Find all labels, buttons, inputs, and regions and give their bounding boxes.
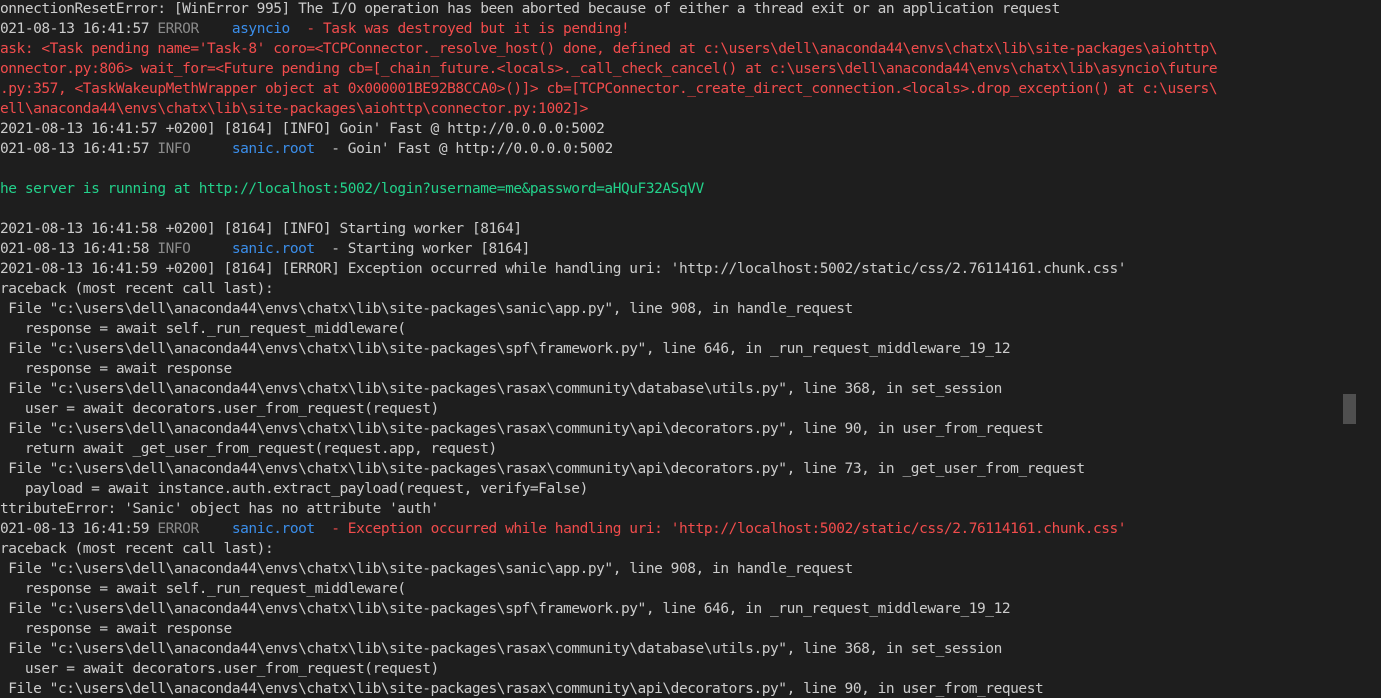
terminal-text-segment: raceback (most recent call last): [0,541,274,557]
terminal-text-segment: ERROR [157,21,199,37]
terminal-line: 021-08-13 16:41:57 ERROR asyncio - Task … [0,19,630,39]
terminal-line: onnector.py:806> wait_for=<Future pendin… [0,59,1218,79]
terminal-line: File "c:\users\dell\anaconda44\envs\chat… [0,339,1010,359]
terminal-line: response = await response [0,359,232,379]
terminal-text-segment: 2021-08-13 16:41:59 +0200] [8164] [ERROR… [0,261,1127,277]
terminal-text-segment: INFO [157,141,191,157]
terminal-text-segment: File "c:\users\dell\anaconda44\envs\chat… [0,641,1002,657]
terminal-text-segment: 021-08-13 16:41:57 [0,141,158,157]
terminal-line: .py:357, <TaskWakeupMethWrapper object a… [0,79,1218,99]
terminal-line: user = await decorators.user_from_reques… [0,659,439,679]
terminal-text-segment: raceback (most recent call last): [0,281,274,297]
terminal-text-segment: File "c:\users\dell\anaconda44\envs\chat… [0,561,853,577]
terminal-text-segment: return await _get_user_from_request(requ… [0,441,497,457]
terminal-text-segment: response = await self._run_request_middl… [0,581,406,597]
terminal-text-segment: .py:357, <TaskWakeupMethWrapper object a… [0,81,1218,97]
terminal-line: 021-08-13 16:41:58 INFO sanic.root - Sta… [0,239,530,259]
terminal-line: response = await response [0,619,232,639]
terminal-text-segment: ell\anaconda44\envs\chatx\lib\site-packa… [0,101,588,117]
terminal-line: File "c:\users\dell\anaconda44\envs\chat… [0,559,853,579]
terminal-line: he server is running at http://localhost… [0,179,704,199]
terminal-text-segment: sanic.root [231,141,315,157]
terminal-output[interactable]: onnectionResetError: [WinError 995] The … [0,0,1345,698]
terminal-line: payload = await instance.auth.extract_pa… [0,479,588,499]
terminal-text-segment: 021-08-13 16:41:59 [0,521,158,537]
terminal-text-segment: File "c:\users\dell\anaconda44\envs\chat… [0,421,1044,437]
terminal-line: onnectionResetError: [WinError 995] The … [0,0,1060,19]
terminal-text-segment: 2021-08-13 16:41:57 +0200] [8164] [INFO]… [0,121,605,137]
terminal-line: File "c:\users\dell\anaconda44\envs\chat… [0,379,1002,399]
terminal-text-segment: File "c:\users\dell\anaconda44\envs\chat… [0,301,853,317]
terminal-line: return await _get_user_from_request(requ… [0,439,497,459]
terminal-line: File "c:\users\dell\anaconda44\envs\chat… [0,419,1043,439]
terminal-text-segment: asyncio [231,21,290,37]
terminal-text-segment: ask: <Task pending name='Task-8' coro=<T… [0,41,1218,57]
terminal-text-segment: sanic.root [231,241,315,257]
terminal-text-segment: - Task was destroyed but it is pending! [289,21,630,37]
terminal-text-segment: File "c:\users\dell\anaconda44\envs\chat… [0,341,1011,357]
terminal-text-segment: - Goin' Fast @ http://0.0.0.0:5002 [314,141,613,157]
terminal-line: File "c:\users\dell\anaconda44\envs\chat… [0,599,1010,619]
terminal-text-segment: 021-08-13 16:41:58 [0,241,158,257]
vertical-scrollbar-track[interactable] [1345,0,1381,698]
terminal-text-segment: sanic.root [231,521,315,537]
terminal-text-segment: response = await response [0,361,232,377]
terminal-text-segment: File "c:\users\dell\anaconda44\envs\chat… [0,381,1002,397]
terminal-text-segment: - Exception occurred while handling uri:… [314,521,1127,537]
terminal-line: ttributeError: 'Sanic' object has no att… [0,499,439,519]
terminal-line: File "c:\users\dell\anaconda44\envs\chat… [0,679,1043,698]
terminal-line: File "c:\users\dell\anaconda44\envs\chat… [0,299,853,319]
terminal-line: 2021-08-13 16:41:59 +0200] [8164] [ERROR… [0,259,1126,279]
terminal-line: 2021-08-13 16:41:57 +0200] [8164] [INFO]… [0,119,605,139]
terminal-line: ell\anaconda44\envs\chatx\lib\site-packa… [0,99,588,119]
terminal-line: File "c:\users\dell\anaconda44\envs\chat… [0,639,1002,659]
terminal-text-segment: ttributeError: 'Sanic' object has no att… [0,501,439,517]
terminal-text-segment: File "c:\users\dell\anaconda44\envs\chat… [0,681,1044,697]
terminal-text-segment: ERROR [157,521,199,537]
terminal-line: raceback (most recent call last): [0,539,274,559]
terminal-text-segment: - Starting worker [8164] [314,241,530,257]
terminal-text-segment: File "c:\users\dell\anaconda44\envs\chat… [0,601,1011,617]
vertical-scrollbar-thumb[interactable] [1343,394,1356,424]
terminal-text-segment: user = await decorators.user_from_reques… [0,401,439,417]
terminal-line: ask: <Task pending name='Task-8' coro=<T… [0,39,1218,59]
terminal-text-segment: he server is running at http://localhost… [0,181,704,197]
terminal-text-segment: 021-08-13 16:41:57 [0,21,158,37]
terminal-line: raceback (most recent call last): [0,279,274,299]
terminal-text-segment: user = await decorators.user_from_reques… [0,661,439,677]
terminal-line: user = await decorators.user_from_reques… [0,399,439,419]
terminal-text-segment: payload = await instance.auth.extract_pa… [0,481,588,497]
terminal-text-segment: onnectionResetError: [WinError 995] The … [0,1,1060,17]
terminal-text-segment: onnector.py:806> wait_for=<Future pendin… [0,61,1218,77]
terminal-text-segment: response = await response [0,621,232,637]
terminal-line: File "c:\users\dell\anaconda44\envs\chat… [0,459,1085,479]
terminal-line: response = await self._run_request_middl… [0,319,406,339]
terminal-text-segment: 2021-08-13 16:41:58 +0200] [8164] [INFO]… [0,221,522,237]
terminal-line: 021-08-13 16:41:59 ERROR sanic.root - Ex… [0,519,1127,539]
terminal-text-segment: File "c:\users\dell\anaconda44\envs\chat… [0,461,1085,477]
terminal-line: 2021-08-13 16:41:58 +0200] [8164] [INFO]… [0,219,522,239]
terminal-line: 021-08-13 16:41:57 INFO sanic.root - Goi… [0,139,613,159]
terminal-text-segment: response = await self._run_request_middl… [0,321,406,337]
terminal-line: response = await self._run_request_middl… [0,579,406,599]
terminal-text-segment: INFO [157,241,191,257]
